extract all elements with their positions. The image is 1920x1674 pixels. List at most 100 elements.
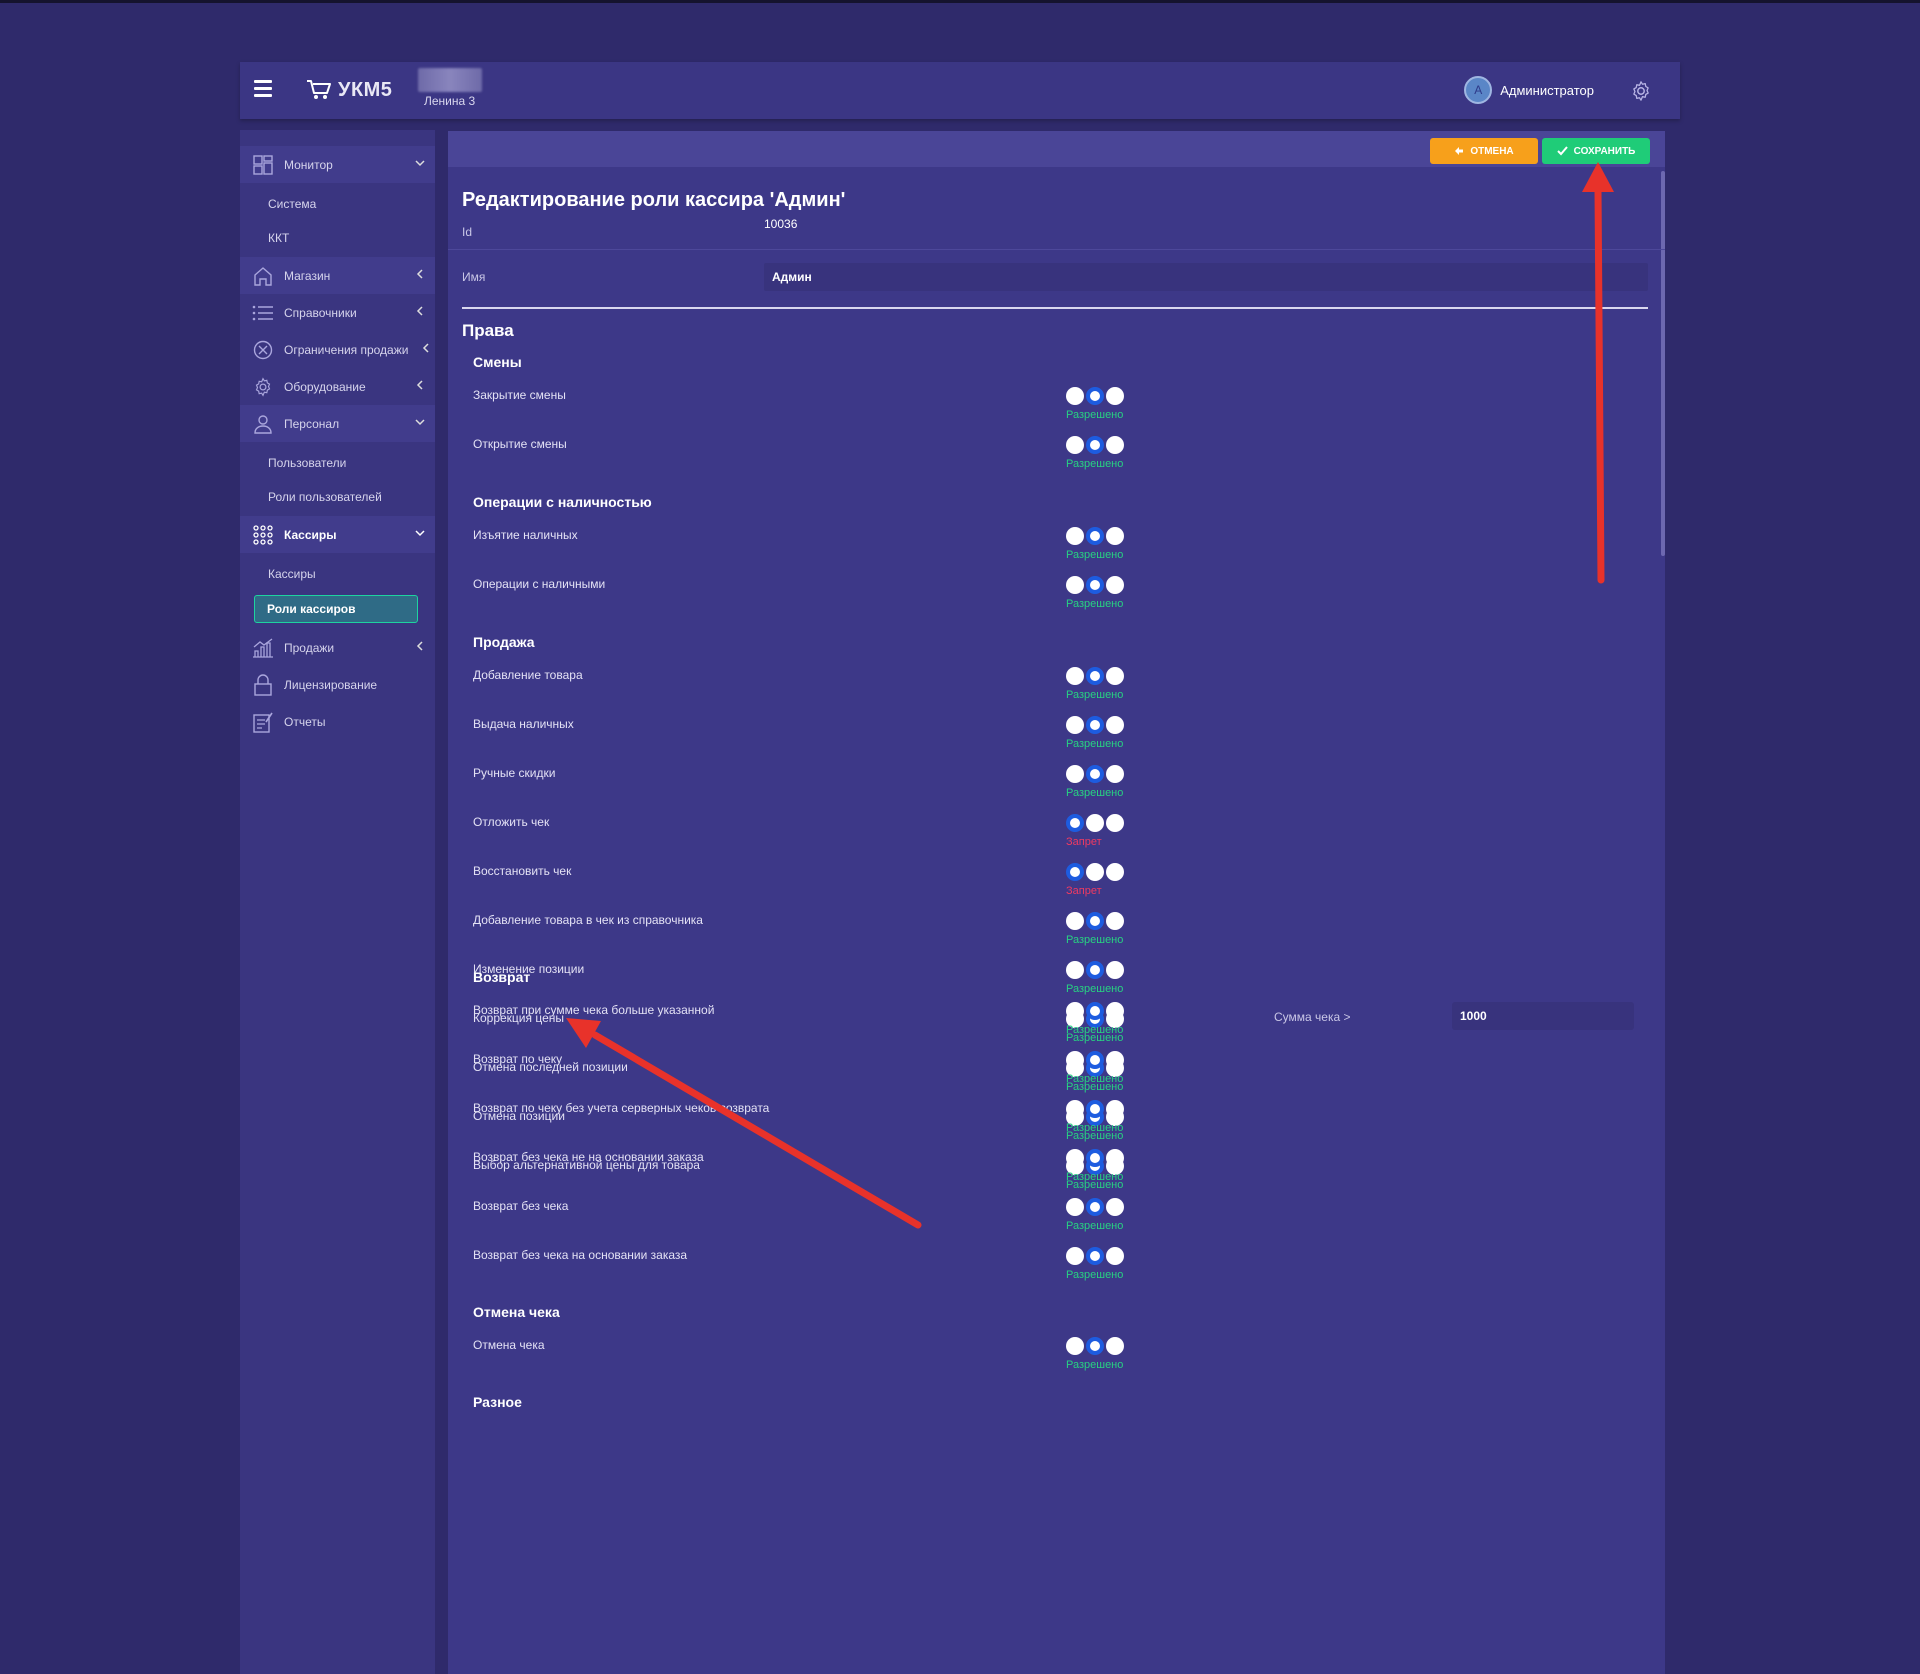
- permission-radio[interactable]: [1106, 912, 1124, 930]
- permission-radio[interactable]: [1086, 716, 1104, 734]
- permission-radio[interactable]: [1066, 576, 1084, 594]
- permission-radio[interactable]: [1086, 814, 1104, 832]
- permission-radio[interactable]: [1066, 387, 1084, 405]
- permission-radio[interactable]: [1086, 576, 1104, 594]
- permission-radio[interactable]: [1086, 436, 1104, 454]
- name-input[interactable]: [764, 263, 1648, 291]
- permission-radio[interactable]: [1106, 765, 1124, 783]
- permission-radio-group: [1066, 814, 1124, 832]
- permission-status: Разрешено: [1066, 787, 1124, 799]
- permission-radio[interactable]: [1066, 863, 1084, 881]
- permission-radio[interactable]: [1106, 1051, 1124, 1069]
- permission-radio[interactable]: [1106, 1198, 1124, 1216]
- permission-status: Разрешено: [1066, 738, 1124, 750]
- permission-radio[interactable]: [1086, 1198, 1104, 1216]
- permission-radio-group: [1066, 576, 1124, 594]
- avatar: А: [1464, 76, 1493, 104]
- permission-radio[interactable]: [1066, 765, 1084, 783]
- save-button[interactable]: СОХРАНИТЬ: [1542, 138, 1650, 164]
- section-title: Отмена чека: [473, 1304, 560, 1320]
- permission-radio[interactable]: [1086, 1100, 1104, 1118]
- permission-radio[interactable]: [1066, 1051, 1084, 1069]
- permission-radio[interactable]: [1106, 527, 1124, 545]
- permission-status: Разрешено: [1066, 458, 1124, 470]
- permission-radio[interactable]: [1106, 436, 1124, 454]
- permission-radio[interactable]: [1086, 912, 1104, 930]
- permission-radio[interactable]: [1066, 1337, 1084, 1355]
- sidebar-subitem-cashier-roles[interactable]: Роли кассиров: [240, 591, 435, 627]
- permission-radio[interactable]: [1086, 863, 1104, 881]
- sidebar-label-refs: Справочники: [284, 305, 357, 320]
- permission-radio-group: [1066, 1337, 1124, 1355]
- report-icon: [252, 711, 274, 733]
- permission-radio[interactable]: [1066, 1149, 1084, 1167]
- sidebar-subitem-users[interactable]: Пользователи: [240, 446, 435, 480]
- permission-radio[interactable]: [1106, 863, 1124, 881]
- permission-radio[interactable]: [1086, 387, 1104, 405]
- permission-radio-group: [1066, 1149, 1124, 1167]
- permission-radio[interactable]: [1106, 961, 1124, 979]
- permission-radio[interactable]: [1066, 814, 1084, 832]
- sidebar-item-reports[interactable]: Отчеты: [240, 703, 435, 740]
- permission-radio[interactable]: [1066, 527, 1084, 545]
- permission-radio[interactable]: [1106, 1100, 1124, 1118]
- name-label: Имя: [462, 270, 486, 284]
- permission-radio[interactable]: [1086, 1149, 1104, 1167]
- permission-radio[interactable]: [1066, 961, 1084, 979]
- permission-radio[interactable]: [1086, 1247, 1104, 1265]
- sidebar-item-cashiers[interactable]: Кассиры: [240, 516, 435, 553]
- permission-label: Отмена чека: [473, 1338, 545, 1352]
- sidebar-subitem-cashiers[interactable]: Кассиры: [240, 557, 435, 591]
- scrollbar[interactable]: [1661, 171, 1665, 556]
- permission-radio[interactable]: [1066, 912, 1084, 930]
- permission-radio[interactable]: [1086, 765, 1104, 783]
- permission-radio[interactable]: [1086, 667, 1104, 685]
- sidebar-item-staff[interactable]: Персонал: [240, 405, 435, 442]
- menu-icon[interactable]: [254, 80, 272, 100]
- sidebar-item-monitor[interactable]: Монитор: [240, 146, 435, 183]
- permission-radio[interactable]: [1086, 527, 1104, 545]
- permission-radio[interactable]: [1066, 716, 1084, 734]
- permission-radio[interactable]: [1106, 1247, 1124, 1265]
- permission-radio[interactable]: [1066, 1002, 1084, 1020]
- sidebar-subitem-kkt[interactable]: ККТ: [240, 221, 435, 255]
- sidebar-item-equipment[interactable]: Оборудование: [240, 368, 435, 405]
- permission-radio[interactable]: [1086, 1002, 1104, 1020]
- permission-status: Разрешено: [1066, 1269, 1124, 1281]
- app-logo[interactable]: УКМ5: [306, 76, 392, 104]
- main-content: ОТМЕНА СОХРАНИТЬ Редактирование роли кас…: [448, 131, 1665, 1674]
- permission-radio[interactable]: [1066, 436, 1084, 454]
- permission-radio[interactable]: [1106, 716, 1124, 734]
- permission-radio[interactable]: [1066, 1247, 1084, 1265]
- permission-radio[interactable]: [1106, 576, 1124, 594]
- sum-threshold-input[interactable]: [1452, 1002, 1634, 1030]
- permission-radio[interactable]: [1086, 961, 1104, 979]
- sidebar-item-sales[interactable]: Продажи: [240, 629, 435, 666]
- sidebar-item-limits[interactable]: Ограничения продажи: [240, 331, 435, 368]
- permission-radio[interactable]: [1106, 814, 1124, 832]
- permission-radio[interactable]: [1086, 1051, 1104, 1069]
- permission-radio[interactable]: [1066, 1100, 1084, 1118]
- home-icon: [252, 265, 274, 287]
- user-menu[interactable]: А Администратор: [1464, 76, 1594, 104]
- permission-label: Закрытие смены: [473, 388, 566, 402]
- permission-radio[interactable]: [1106, 667, 1124, 685]
- sidebar-item-licensing[interactable]: Лицензирование: [240, 666, 435, 703]
- list-icon: [252, 302, 274, 324]
- sidebar-subitem-user-roles[interactable]: Роли пользователей: [240, 480, 435, 514]
- gear-icon[interactable]: [1630, 80, 1652, 102]
- permission-radio[interactable]: [1066, 1198, 1084, 1216]
- permission-radio[interactable]: [1106, 1337, 1124, 1355]
- section-title: Операции с наличностью: [473, 494, 652, 510]
- sidebar-item-refs[interactable]: Справочники: [240, 294, 435, 331]
- store-selector[interactable]: Ленина 3: [418, 68, 482, 112]
- sidebar-item-shop[interactable]: Магазин: [240, 257, 435, 294]
- cancel-button[interactable]: ОТМЕНА: [1430, 138, 1538, 164]
- permission-radio[interactable]: [1106, 387, 1124, 405]
- permission-radio[interactable]: [1106, 1002, 1124, 1020]
- permission-radio[interactable]: [1086, 1337, 1104, 1355]
- sidebar-subitem-system[interactable]: Система: [240, 187, 435, 221]
- permission-radio[interactable]: [1106, 1149, 1124, 1167]
- permission-radio[interactable]: [1066, 667, 1084, 685]
- permission-radio-group: [1066, 1100, 1124, 1118]
